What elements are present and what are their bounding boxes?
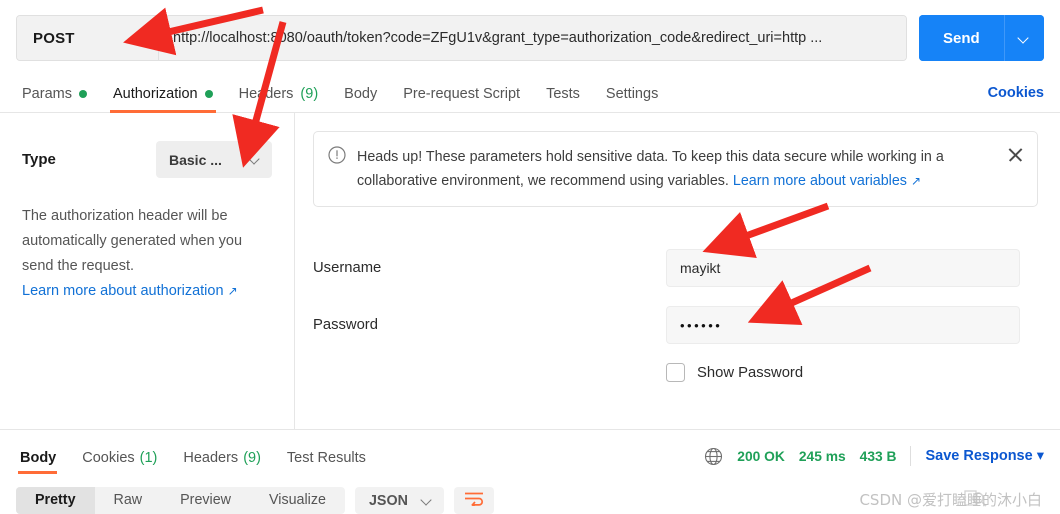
url-input[interactable]: http://localhost:8080/oauth/token?code=Z… bbox=[159, 16, 906, 60]
external-link-icon: ↗ bbox=[910, 174, 921, 188]
format-tab-raw[interactable]: Raw bbox=[95, 487, 162, 514]
learn-more-variables-link[interactable]: Learn more about variables ↗ bbox=[733, 173, 921, 189]
response-tab-cookies[interactable]: Cookies (1) bbox=[69, 430, 170, 486]
url-bar: POST http://localhost:8080/oauth/token?c… bbox=[0, 0, 1060, 76]
chevron-down-icon bbox=[133, 33, 144, 44]
learn-more-authorization-label: Learn more about authorization bbox=[22, 283, 224, 299]
response-format-toolbar: Pretty Raw Preview Visualize JSON bbox=[16, 487, 494, 514]
password-row: Password •••••• bbox=[313, 306, 1038, 344]
tab-settings[interactable]: Settings bbox=[593, 76, 671, 113]
status-code: 200 OK bbox=[737, 448, 785, 464]
tab-count: (9) bbox=[300, 86, 319, 102]
tab-label: Tests bbox=[546, 86, 580, 102]
tab-label: Headers bbox=[183, 449, 239, 466]
globe-icon bbox=[704, 447, 723, 466]
response-status-group: 200 OK 245 ms 433 B Save Response ▾ bbox=[704, 446, 1044, 466]
divider bbox=[910, 446, 912, 466]
save-response-button[interactable]: Save Response ▾ bbox=[925, 448, 1044, 464]
show-password-checkbox[interactable] bbox=[666, 363, 685, 382]
watermark-text: CSDN @爱打瞌睡的沐小白 bbox=[859, 491, 1042, 509]
auth-type-label: Type bbox=[22, 151, 56, 168]
postman-window: POST http://localhost:8080/oauth/token?c… bbox=[0, 0, 1060, 514]
tab-label: Pre-request Script bbox=[403, 86, 521, 102]
format-tab-visualize[interactable]: Visualize bbox=[250, 487, 345, 514]
chevron-down-icon bbox=[1019, 33, 1030, 44]
search-watermark-icon bbox=[960, 479, 988, 514]
auth-type-row: Type Basic ... bbox=[22, 141, 272, 178]
tab-label: Body bbox=[20, 449, 57, 466]
tab-pre-request-script[interactable]: Pre-request Script bbox=[390, 76, 533, 113]
credentials-form: Username mayikt Password •••••• Show Pas… bbox=[313, 249, 1038, 382]
send-group: Send bbox=[918, 15, 1044, 61]
banner-text: Heads up! These parameters hold sensitiv… bbox=[357, 145, 993, 193]
status-dot-icon bbox=[204, 90, 213, 98]
request-url-group: POST http://localhost:8080/oauth/token?c… bbox=[16, 15, 907, 61]
tab-authorization[interactable]: Authorization bbox=[100, 76, 226, 113]
request-tabbar: Params Authorization Headers (9) Body Pr… bbox=[0, 76, 1060, 113]
password-input[interactable]: •••••• bbox=[666, 306, 1020, 344]
tab-count: (9) bbox=[243, 449, 261, 466]
response-tab-body[interactable]: Body bbox=[16, 430, 69, 486]
chevron-down-icon bbox=[422, 495, 433, 506]
authorization-panel: Type Basic ... The authorization header … bbox=[0, 113, 1060, 429]
auth-form-panel: Heads up! These parameters hold sensitiv… bbox=[295, 113, 1060, 429]
password-label: Password bbox=[313, 317, 378, 333]
response-tab-headers[interactable]: Headers (9) bbox=[170, 430, 274, 486]
tab-label: Authorization bbox=[112, 86, 198, 102]
word-wrap-button[interactable] bbox=[453, 487, 494, 514]
response-size: 433 B bbox=[859, 448, 897, 464]
http-method-label: POST bbox=[33, 29, 75, 47]
show-password-row: Show Password bbox=[666, 363, 1038, 382]
show-password-label: Show Password bbox=[697, 364, 804, 381]
tab-label: Test Results bbox=[286, 449, 366, 466]
tab-body[interactable]: Body bbox=[331, 76, 390, 113]
auth-description-text: The authorization header will be automat… bbox=[22, 208, 243, 274]
chevron-down-icon bbox=[250, 154, 261, 165]
auth-type-panel: Type Basic ... The authorization header … bbox=[0, 113, 295, 429]
username-row: Username mayikt bbox=[313, 249, 1038, 287]
response-tabbar: Body Cookies (1) Headers (9) Test Result… bbox=[0, 429, 1060, 485]
response-language-select[interactable]: JSON bbox=[354, 487, 444, 514]
format-tab-preview[interactable]: Preview bbox=[161, 487, 250, 514]
sensitive-data-banner: Heads up! These parameters hold sensitiv… bbox=[313, 131, 1038, 207]
status-dot-icon bbox=[78, 90, 87, 98]
response-language-value: JSON bbox=[368, 492, 408, 509]
tab-headers[interactable]: Headers (9) bbox=[226, 76, 332, 113]
auth-type-value: Basic ... bbox=[169, 151, 222, 168]
send-button[interactable]: Send bbox=[918, 15, 1005, 61]
auth-type-select[interactable]: Basic ... bbox=[156, 141, 272, 178]
username-input[interactable]: mayikt bbox=[666, 249, 1020, 287]
format-tab-pretty[interactable]: Pretty bbox=[16, 487, 95, 514]
tab-tests[interactable]: Tests bbox=[533, 76, 593, 113]
tab-label: Body bbox=[344, 86, 378, 102]
response-tab-test-results[interactable]: Test Results bbox=[274, 430, 379, 486]
format-segmented-control: Pretty Raw Preview Visualize bbox=[16, 487, 345, 514]
external-link-icon: ↗ bbox=[227, 284, 238, 298]
tab-count: (1) bbox=[139, 449, 158, 466]
warning-circle-icon bbox=[328, 146, 346, 169]
auth-description: The authorization header will be automat… bbox=[22, 204, 262, 304]
learn-more-variables-label: Learn more about variables bbox=[732, 173, 907, 189]
response-time: 245 ms bbox=[798, 448, 846, 464]
save-response-label: Save Response bbox=[925, 448, 1033, 464]
tab-params[interactable]: Params bbox=[16, 76, 100, 113]
cookies-link[interactable]: Cookies bbox=[988, 85, 1044, 101]
close-icon[interactable] bbox=[1007, 146, 1024, 163]
tab-label: Headers bbox=[238, 86, 294, 102]
word-wrap-icon bbox=[464, 491, 484, 511]
learn-more-authorization-link[interactable]: Learn more about authorization ↗ bbox=[22, 283, 238, 299]
tab-label: Settings bbox=[605, 86, 659, 102]
send-options-button[interactable] bbox=[1004, 15, 1044, 61]
tab-label: Cookies bbox=[82, 449, 135, 466]
tab-label: Params bbox=[22, 86, 72, 102]
username-label: Username bbox=[313, 260, 382, 276]
http-method-select[interactable]: POST bbox=[17, 16, 159, 60]
